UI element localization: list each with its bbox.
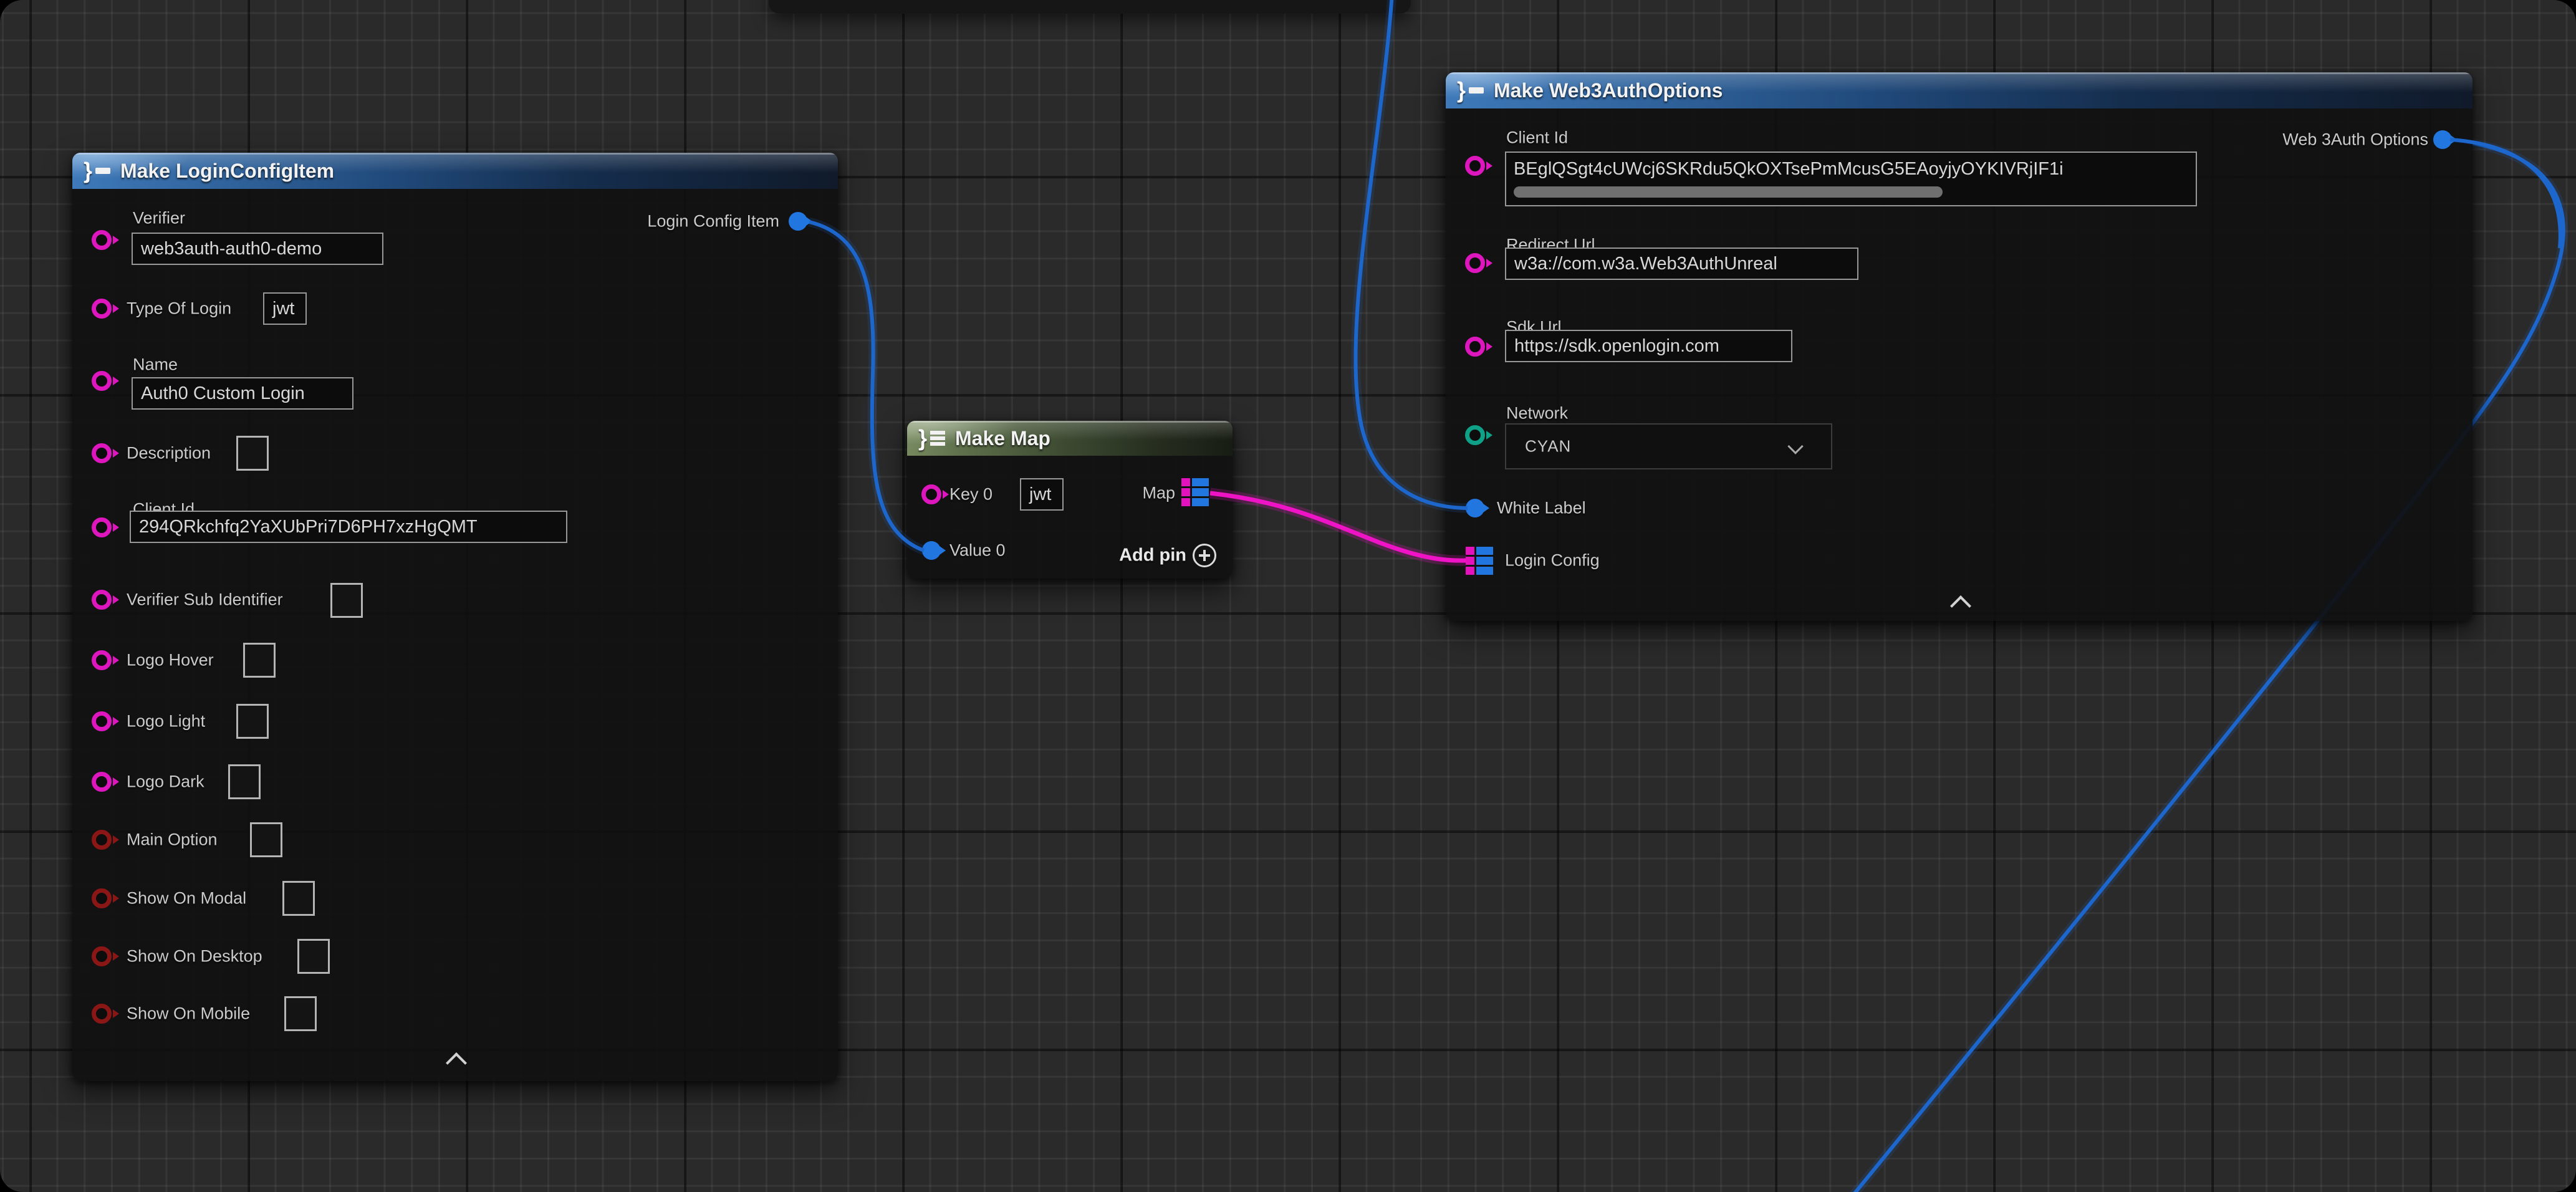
blueprint-editor-screenshot: Make LoginConfigItem Login Config Item V… <box>0 0 2576 1192</box>
pin-web3auth-options-output[interactable] <box>2433 130 2452 149</box>
pin-description[interactable] <box>92 443 112 463</box>
output-pin-label: Web 3Auth Options <box>2282 130 2428 150</box>
verifier-input[interactable]: web3auth-auth0-demo <box>132 233 383 265</box>
show-on-modal-checkbox[interactable] <box>282 881 315 916</box>
logo-light-input[interactable] <box>236 704 269 739</box>
chevron-down-icon <box>1787 438 1803 454</box>
client-id-scrollbar[interactable] <box>1514 186 1943 198</box>
offscreen-node-bottom-edge[interactable] <box>769 0 1411 14</box>
pin-type-of-login[interactable] <box>92 299 112 319</box>
pin-label-network: Network <box>1506 404 1568 423</box>
wire-map-to-login-config <box>1210 493 1466 560</box>
pin-client-id[interactable] <box>1465 156 1485 176</box>
show-on-mobile-checkbox[interactable] <box>284 996 317 1031</box>
pin-logo-hover[interactable] <box>92 650 112 670</box>
logo-dark-input[interactable] <box>228 764 261 799</box>
verifier-sub-identifier-input[interactable] <box>330 583 363 618</box>
pin-label-logo-light: Logo Light <box>127 712 205 731</box>
client-id-value: BEglQSgt4cUWcj6SKRdu5QkOXTsePmMcusG5EAoy… <box>1514 155 2192 183</box>
pin-key-0[interactable] <box>921 484 941 504</box>
pin-label-client-id: Client Id <box>1506 128 1568 148</box>
pin-label-logo-dark: Logo Dark <box>127 772 204 792</box>
make-map-icon <box>918 427 945 449</box>
network-selected-value: CYAN <box>1525 437 1571 456</box>
pin-label-verifier: Verifier <box>133 209 185 228</box>
collapse-advanced-chevron-up-icon[interactable] <box>1950 595 1971 617</box>
pin-label-white-label: White Label <box>1497 499 1586 518</box>
wire-map[interactable] <box>1210 493 1466 560</box>
pin-login-config-item-output[interactable] <box>789 212 807 231</box>
type-of-login-input[interactable]: jwt <box>263 292 307 325</box>
pin-label-value-0: Value 0 <box>949 541 1006 560</box>
pin-sdk-url[interactable] <box>1465 337 1485 357</box>
pin-label-type-of-login: Type Of Login <box>127 299 231 319</box>
pin-logo-dark[interactable] <box>92 772 112 792</box>
pin-label-key-0: Key 0 <box>949 485 992 504</box>
pin-verifier-sub-identifier[interactable] <box>92 590 112 610</box>
pin-label-logo-hover: Logo Hover <box>127 651 214 670</box>
pin-label-name: Name <box>133 355 178 375</box>
collapse-advanced-chevron-up-icon[interactable] <box>446 1052 467 1074</box>
node-make-map[interactable]: Make Map Key 0 jwt Map Value 0 Add pin <box>907 421 1233 579</box>
node-title: Make Web3AuthOptions <box>1494 79 1723 102</box>
make-struct-icon <box>84 160 110 182</box>
node-title: Make LoginConfigItem <box>120 160 334 183</box>
network-dropdown[interactable]: CYAN <box>1505 423 1832 469</box>
blueprint-graph-canvas[interactable]: Make LoginConfigItem Login Config Item V… <box>0 0 2576 1192</box>
add-pin-plus-icon[interactable] <box>1193 544 1216 567</box>
pin-label-verifier-sub-identifier: Verifier Sub Identifier <box>127 590 283 610</box>
wire-glow <box>1210 493 1466 560</box>
name-input[interactable]: Auth0 Custom Login <box>132 377 353 410</box>
pin-client-id[interactable] <box>92 517 112 537</box>
pin-logo-light[interactable] <box>92 711 112 731</box>
pin-label-show-on-desktop: Show On Desktop <box>127 947 262 966</box>
pin-show-on-mobile[interactable] <box>92 1004 112 1024</box>
output-pin-label: Login Config Item <box>647 212 779 231</box>
pin-redirect-url[interactable] <box>1465 253 1485 273</box>
description-input[interactable] <box>236 436 269 471</box>
pin-label-show-on-modal: Show On Modal <box>127 889 246 908</box>
pin-label-description: Description <box>127 444 211 463</box>
node-title: Make Map <box>955 427 1050 450</box>
key-0-input[interactable]: jwt <box>1020 478 1064 511</box>
pin-label-show-on-mobile: Show On Mobile <box>127 1004 250 1024</box>
node-make-loginconfigitem[interactable]: Make LoginConfigItem Login Config Item V… <box>72 153 838 1081</box>
pin-network[interactable] <box>1465 425 1485 445</box>
pin-name[interactable] <box>92 371 112 391</box>
pin-label-main-option: Main Option <box>127 830 218 850</box>
client-id-input[interactable]: 294QRkchfq2YaXUbPri7D6PH7xzHgQMT <box>130 511 567 543</box>
client-id-input[interactable]: BEglQSgt4cUWcj6SKRdu5QkOXTsePmMcusG5EAoy… <box>1505 151 2197 206</box>
pin-show-on-modal[interactable] <box>92 888 112 908</box>
logo-hover-input[interactable] <box>243 643 276 678</box>
pin-value-0[interactable] <box>922 541 941 560</box>
make-struct-icon <box>1457 79 1484 102</box>
node-header-make-loginconfigitem[interactable]: Make LoginConfigItem <box>72 153 838 189</box>
show-on-desktop-checkbox[interactable] <box>297 939 330 974</box>
pin-login-config[interactable] <box>1466 547 1493 575</box>
pin-label-map-output: Map <box>1142 484 1175 503</box>
node-header-make-map[interactable]: Make Map <box>907 421 1233 456</box>
main-option-checkbox[interactable] <box>250 822 282 857</box>
pin-verifier[interactable] <box>92 230 112 250</box>
pin-label-login-config: Login Config <box>1505 551 1600 570</box>
pin-show-on-desktop[interactable] <box>92 946 112 966</box>
pin-white-label[interactable] <box>1466 499 1484 517</box>
redirect-url-input[interactable]: w3a://com.w3a.Web3AuthUnreal <box>1505 248 1858 280</box>
node-make-web3authoptions[interactable]: Make Web3AuthOptions Web 3Auth Options C… <box>1446 72 2473 621</box>
sdk-url-input[interactable]: https://sdk.openlogin.com <box>1505 330 1792 362</box>
pin-map-output[interactable] <box>1181 478 1209 506</box>
add-pin-label[interactable]: Add pin <box>1119 546 1186 566</box>
node-header-make-web3authoptions[interactable]: Make Web3AuthOptions <box>1446 72 2473 108</box>
pin-main-option[interactable] <box>92 830 112 850</box>
